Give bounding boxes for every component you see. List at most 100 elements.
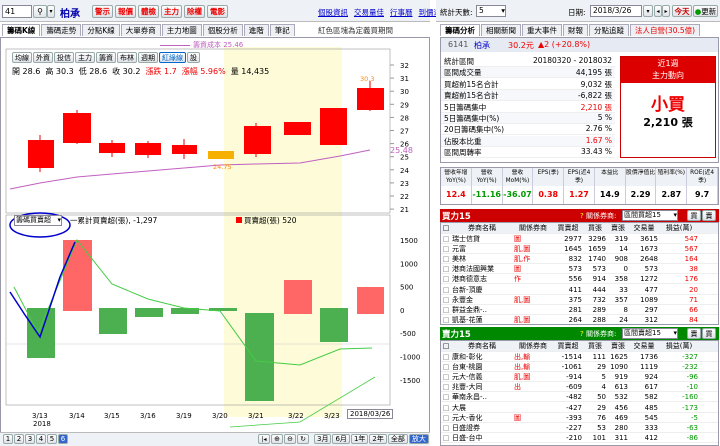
toolbar-link-2[interactable]: 行事曆 <box>390 7 413 18</box>
tab-left-1[interactable]: 籌碼走勢 <box>41 24 82 36</box>
sell-related[interactable]: ? 關係券商: <box>580 329 616 339</box>
toolbar-button-3[interactable]: 主力 <box>161 5 182 18</box>
table-row[interactable]: □ 兆豐-大同 出 -609 4 613 617 -10 <box>441 383 718 393</box>
table-row[interactable]: □ 瑞士信貸 圖 2977 3296 319 3615 547 <box>441 235 718 244</box>
row-checkbox[interactable]: □ <box>441 235 451 243</box>
days-select[interactable]: 5 ▾ <box>476 5 506 17</box>
row-checkbox[interactable]: □ <box>441 434 451 442</box>
indicator-4[interactable]: 籌資 <box>96 52 116 63</box>
table-row[interactable]: □ 台新-頂慶 411 444 33 477 20 <box>441 286 718 295</box>
indicator-2[interactable]: 投信 <box>54 52 74 63</box>
row-checkbox[interactable]: □ <box>441 424 451 432</box>
table-row[interactable]: □ 群益金鼎-.. 281 289 8 297 66 <box>441 306 718 315</box>
date-input[interactable]: 2018/3/26 <box>590 5 642 17</box>
row-checkbox[interactable]: □ <box>441 275 451 283</box>
today-button[interactable]: 今天 <box>672 5 692 17</box>
indicator-8[interactable]: 設 <box>187 52 200 63</box>
row-checkbox[interactable]: □ <box>441 404 451 412</box>
tab-left-5[interactable]: 個股分析 <box>202 24 243 36</box>
indicator-0[interactable]: 均線 <box>12 52 32 63</box>
toolbar-button-5[interactable]: 電影 <box>207 5 228 18</box>
page-3[interactable]: 3 <box>25 434 35 444</box>
indicator-5[interactable]: 布林 <box>117 52 137 63</box>
toolbar-button-4[interactable]: 除權 <box>184 5 205 18</box>
range-3[interactable]: 2年 <box>369 434 387 444</box>
buy-button[interactable]: 買 <box>687 210 701 221</box>
vol-bar-3-23[interactable] <box>320 308 348 342</box>
search-button[interactable]: ⚲ <box>33 5 47 18</box>
row-checkbox[interactable]: □ <box>441 383 451 391</box>
row-checkbox[interactable]: □ <box>441 296 451 304</box>
tab-right-5[interactable]: 法人自營(30.5億) <box>630 24 701 36</box>
refresh-icon[interactable]: ↻ <box>297 434 309 444</box>
table-row[interactable]: □ 元富 肌,圖 1645 1659 14 1673 567 <box>441 245 718 255</box>
page-5[interactable]: 5 <box>47 434 57 444</box>
tab-left-6[interactable]: 進階 <box>243 24 269 36</box>
tab-right-3[interactable]: 財報 <box>563 24 588 36</box>
indicator-7[interactable]: 紅綠線 <box>159 52 186 63</box>
scroll-left-button[interactable]: |◂ <box>258 434 270 444</box>
candle-3-22[interactable] <box>284 122 311 135</box>
zoom-out-icon[interactable]: ⊖ <box>284 434 296 444</box>
candle-3-15[interactable] <box>99 143 125 153</box>
refresh-button[interactable]: ● 更新 <box>693 5 718 17</box>
candle-3-14[interactable] <box>63 113 91 143</box>
tab-left-2[interactable]: 分點K線 <box>82 24 120 36</box>
date-picker-button[interactable]: ▾ <box>643 5 653 17</box>
buy-switch-button[interactable]: 買 <box>702 328 716 339</box>
sell-switch-button[interactable]: 賣 <box>702 210 716 221</box>
table-row[interactable]: □ 永豐金 肌,圖 375 732 357 1089 71 <box>441 296 718 305</box>
table-row[interactable]: □ 港商法國興業 圖 573 573 0 573 38 <box>441 265 718 275</box>
table-row[interactable]: □ 凱基-花蓮 肌,圖 264 288 24 312 84 <box>441 316 718 324</box>
range-5[interactable]: 放大 <box>408 434 429 444</box>
page-4[interactable]: 4 <box>36 434 46 444</box>
row-checkbox[interactable]: □ <box>441 353 451 361</box>
vol-bar-3-16[interactable] <box>135 308 163 317</box>
tab-right-0[interactable]: 籌碼分析 <box>440 24 480 36</box>
indicator-6[interactable]: 週期 <box>138 52 158 63</box>
page-1[interactable]: 1 <box>3 434 13 444</box>
row-checkbox[interactable]: □ <box>441 393 451 401</box>
vol-bar-3-21[interactable] <box>245 313 274 401</box>
next-day-button[interactable]: ▸ <box>662 5 670 17</box>
page-6[interactable]: 6 <box>58 434 68 444</box>
toolbar-link-1[interactable]: 交易量佳 <box>354 7 384 18</box>
tab-left-4[interactable]: 主力地圖 <box>161 24 202 36</box>
sell-select[interactable]: 區間賣超15 ▾ <box>622 328 678 339</box>
candle-3-13[interactable] <box>28 140 54 168</box>
table-row[interactable]: □ 台東-桃園 出,輸 -1061 29 1090 1119 -232 <box>441 363 718 373</box>
candle-3-20[interactable] <box>208 151 234 159</box>
table-row[interactable]: □ 華南永昌-.. -482 50 532 582 -160 <box>441 393 718 403</box>
vol-bar-3-15[interactable] <box>99 308 127 334</box>
sell-button[interactable]: 賣 <box>687 328 701 339</box>
row-checkbox[interactable]: □ <box>441 306 451 314</box>
row-checkbox[interactable]: □ <box>441 255 451 263</box>
lower-select[interactable]: 籌碼買賣超 ▾ <box>14 215 62 226</box>
zoom-in-icon[interactable]: ⊕ <box>271 434 283 444</box>
row-checkbox[interactable]: □ <box>441 316 451 324</box>
dropdown-button[interactable]: ▾ <box>47 5 55 18</box>
candle-3-19[interactable] <box>172 145 197 154</box>
checkbox-header[interactable]: □ <box>441 342 451 350</box>
table-row[interactable]: □ 元大-信義 肌,圖 -914 5 919 924 -96 <box>441 373 718 383</box>
candle-3-16[interactable] <box>135 143 161 155</box>
range-0[interactable]: 3月 <box>314 434 332 444</box>
range-1[interactable]: 6月 <box>332 434 350 444</box>
tab-right-4[interactable]: 分點追蹤 <box>589 24 629 36</box>
row-checkbox[interactable]: □ <box>441 245 451 253</box>
indicator-1[interactable]: 外資 <box>33 52 53 63</box>
table-row[interactable]: □ 大展 -427 29 456 485 -173 <box>441 404 718 413</box>
candle-3-26[interactable] <box>357 88 384 110</box>
tab-left-7[interactable]: 筆記 <box>269 24 295 36</box>
tab-left-0[interactable]: 籌碼K線 <box>2 24 41 36</box>
row-checkbox[interactable]: □ <box>441 373 451 381</box>
checkbox-header[interactable]: □ <box>441 224 451 232</box>
stock-code-input[interactable]: 41 <box>2 5 32 18</box>
vol-bar-3-14[interactable] <box>63 240 92 311</box>
candle-3-23[interactable] <box>320 108 347 145</box>
prev-day-button[interactable]: ◂ <box>654 5 662 17</box>
range-2[interactable]: 1年 <box>350 434 369 444</box>
toolbar-button-2[interactable]: 體檢 <box>138 5 159 18</box>
vol-bar-3-26[interactable] <box>357 287 384 314</box>
table-row[interactable]: □ 美林 肌,作 832 1740 908 2648 164 <box>441 255 718 265</box>
